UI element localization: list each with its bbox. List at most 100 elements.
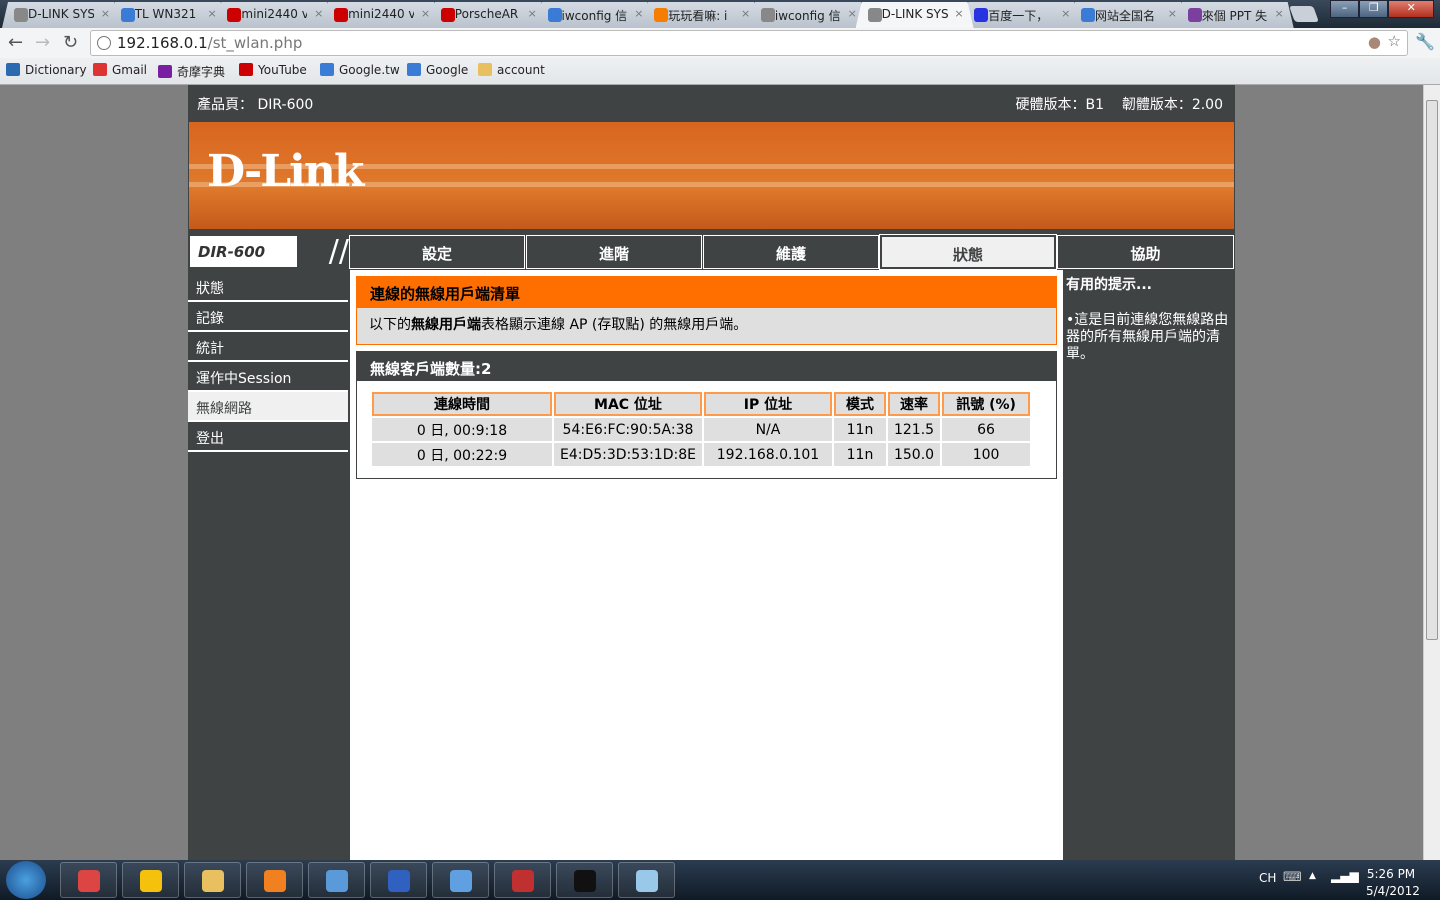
browser-tab[interactable]: 网站全国名 × (1069, 2, 1187, 28)
table-cell: N/A (703, 418, 832, 441)
taskbar-app-control-panel[interactable] (308, 862, 365, 898)
maximize-button[interactable]: ❐ (1359, 0, 1389, 18)
nav-tab-0[interactable]: 設定 (349, 235, 525, 269)
close-tab-icon[interactable]: × (1168, 7, 1177, 20)
main-content: 連線的無線用戶端清單 以下的無線用戶端表格顯示連線 AP (存取點) 的無線用戶… (350, 270, 1063, 860)
browser-tab[interactable]: 玩玩看嘛: i × (642, 2, 760, 28)
sidebar-item[interactable]: 狀態 (188, 272, 348, 302)
show-hidden-icons-icon[interactable]: ▲ (1309, 871, 1316, 881)
clock[interactable]: 5:26 PM 5/4/2012 (1366, 866, 1420, 900)
vertical-scrollbar[interactable] (1423, 85, 1440, 860)
close-tab-icon[interactable]: × (634, 7, 643, 20)
back-icon[interactable]: ← (8, 32, 23, 53)
router-page: 產品頁： DIR-600 硬體版本：B1 韌體版本：2.00 D-Link DI… (188, 85, 1235, 860)
browser-tab[interactable]: D-LINK SYS × (2, 2, 120, 28)
column-header: MAC 位址 (554, 392, 702, 416)
taskbar-app-cmd[interactable] (556, 862, 613, 898)
windows-taskbar: CH ⌨ ▲ ▂▄▆ (0, 860, 1440, 900)
youtube-icon (239, 63, 253, 76)
wrench-icon[interactable]: 🔧 (1415, 32, 1435, 51)
tab-title: mini2440 v (348, 7, 415, 21)
browser-tab-strip: D-LINK SYS × TL WN321 × mini2440 v × mini2440 … (0, 0, 1440, 28)
keyboard-icon[interactable]: ⌨ (1283, 870, 1302, 885)
bookmark-item[interactable]: account (478, 63, 545, 77)
browser-tab[interactable]: D-LINK SYS × (856, 2, 974, 28)
browser-tab[interactable]: 來個 PPT 失 × (1176, 2, 1294, 28)
taskbar-app-app-yellow[interactable] (122, 862, 179, 898)
minimize-button[interactable]: – (1330, 0, 1360, 18)
browser-tab[interactable]: PorscheAR × (429, 2, 547, 28)
bookmark-item[interactable]: Google.tw (320, 63, 400, 77)
youtube-icon (441, 8, 455, 22)
taskbar-app-notes[interactable] (618, 862, 675, 898)
google-icon (1081, 8, 1095, 22)
close-tab-icon[interactable]: × (101, 7, 110, 20)
sidebar-item[interactable]: 無線網路 (188, 392, 348, 422)
sidebar-item[interactable]: 運作中Session (188, 362, 348, 392)
browser-tab[interactable]: 百度一下， × (962, 2, 1080, 28)
bookmark-label: Google (426, 63, 469, 77)
language-indicator[interactable]: CH (1259, 871, 1276, 885)
bookmark-item[interactable]: Dictionary (6, 63, 87, 77)
start-button[interactable] (6, 861, 46, 899)
globe-icon (97, 36, 111, 50)
taskbar-app-network-tool[interactable] (370, 862, 427, 898)
gmail-icon (93, 63, 107, 76)
sidebar-item[interactable]: 統計 (188, 332, 348, 362)
bookmark-star-icon[interactable]: ☆ (1388, 32, 1401, 50)
close-tab-icon[interactable]: × (741, 7, 750, 20)
browser-tab[interactable]: mini2440 v × (322, 2, 440, 28)
tab-title: iwconfig 信 (774, 9, 841, 23)
close-tab-icon[interactable]: × (954, 7, 963, 20)
bookmark-item[interactable]: Google (407, 63, 468, 77)
close-window-button[interactable]: ✕ (1388, 0, 1434, 18)
taskbar-app-chrome[interactable] (60, 862, 117, 898)
router-top-bar: 產品頁： DIR-600 硬體版本：B1 韌體版本：2.00 (188, 85, 1235, 119)
dictionary-icon (6, 63, 20, 76)
sidebar-item[interactable]: 記錄 (188, 302, 348, 332)
chrome-icon (78, 870, 100, 892)
nav-tab-2[interactable]: 維護 (703, 235, 879, 269)
nav-tab-3[interactable]: 狀態 (879, 234, 1057, 270)
url-path: /st_wlan.php (207, 34, 303, 52)
browser-tab[interactable]: iwconfig 信 × (749, 2, 867, 28)
tab-title: iwconfig 信 (561, 9, 628, 23)
browser-tab[interactable]: iwconfig 信 × (536, 2, 654, 28)
close-tab-icon[interactable]: × (528, 7, 537, 20)
browser-tab[interactable]: mini2440 v × (215, 2, 333, 28)
close-tab-icon[interactable]: × (421, 7, 430, 20)
bookmark-item[interactable]: 奇摩字典 (158, 63, 225, 80)
browser-tab[interactable]: TL WN321 × (109, 2, 227, 28)
scrollbar-thumb[interactable] (1426, 100, 1438, 640)
taskbar-app-paint[interactable] (432, 862, 489, 898)
close-tab-icon[interactable]: × (207, 7, 216, 20)
reload-icon[interactable]: ↻ (63, 32, 78, 53)
table-cell: 66 (942, 418, 1031, 441)
version-info: 硬體版本：B1 韌體版本：2.00 (1016, 94, 1224, 114)
nav-tab-4[interactable]: 協助 (1057, 235, 1234, 269)
sidebar-item[interactable]: 登出 (188, 422, 348, 452)
globe-icon (868, 8, 882, 22)
taskbar-app-media-player[interactable] (246, 862, 303, 898)
model-badge: DIR-600 (190, 234, 349, 269)
globe-icon (761, 8, 775, 22)
nav-tab-1[interactable]: 進階 (526, 235, 702, 269)
bookmark-item[interactable]: Gmail (93, 63, 147, 77)
forward-icon[interactable]: → (35, 32, 50, 53)
close-tab-icon[interactable]: × (1274, 7, 1283, 20)
bookmark-item[interactable]: YouTube (239, 63, 307, 77)
tab-title: 网站全国名 (1095, 9, 1156, 23)
globe-icon (14, 8, 28, 22)
taskbar-app-toolbox[interactable] (494, 862, 551, 898)
cookie-blocked-icon[interactable]: ● (1368, 33, 1381, 51)
tab-title: 來個 PPT 失 (1201, 9, 1268, 23)
taskbar-app-explorer[interactable] (184, 862, 241, 898)
address-bar[interactable]: 192.168.0.1/st_wlan.php ● ☆ (90, 30, 1408, 56)
close-tab-icon[interactable]: × (314, 7, 323, 20)
signal-icon[interactable]: ▂▄▆ (1331, 869, 1359, 883)
close-tab-icon[interactable]: × (1061, 7, 1070, 20)
url-host: 192.168.0.1 (117, 34, 208, 52)
wireless-client-list-section: 連線的無線用戶端清單 以下的無線用戶端表格顯示連線 AP (存取點) 的無線用戶… (356, 276, 1057, 345)
close-tab-icon[interactable]: × (848, 7, 857, 20)
table-cell: 100 (942, 443, 1031, 466)
